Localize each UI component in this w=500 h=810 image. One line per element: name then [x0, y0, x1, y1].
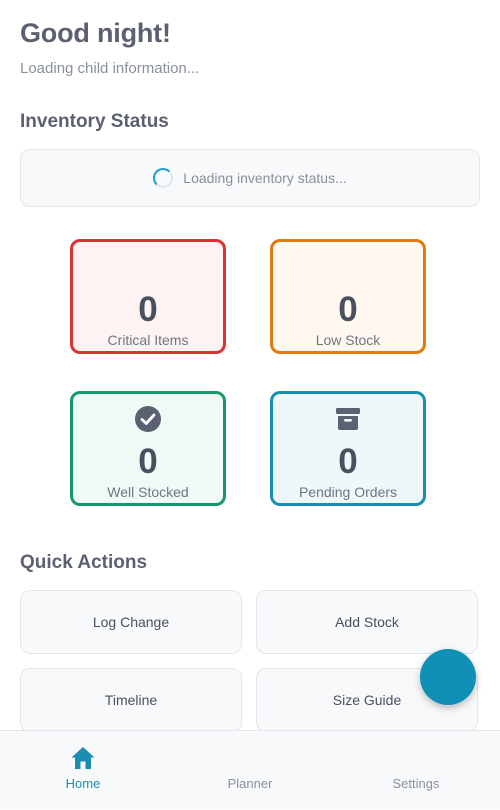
- archive-box-icon: [336, 408, 360, 430]
- inventory-loading-text: Loading inventory status...: [183, 170, 347, 186]
- check-circle-icon: [135, 406, 161, 432]
- nav-item-home[interactable]: Home: [3, 731, 163, 810]
- greeting-title: Good night!: [20, 18, 171, 48]
- add-stock-button[interactable]: Add Stock: [256, 590, 478, 654]
- inventory-section-title: Inventory Status: [20, 111, 169, 132]
- inventory-loading-box: Loading inventory status...: [20, 149, 480, 207]
- well-stocked-count: 0: [138, 442, 158, 481]
- timeline-button[interactable]: Timeline: [20, 668, 242, 732]
- critical-items-count: 0: [138, 290, 158, 329]
- nav-item-planner[interactable]: Planner: [170, 731, 330, 810]
- nav-label-home: Home: [65, 776, 101, 791]
- loading-spinner-icon: [153, 168, 174, 188]
- well-stocked-card[interactable]: 0 Well Stocked: [70, 391, 226, 506]
- low-stock-count: 0: [338, 290, 358, 329]
- child-info-subtitle: Loading child information...: [20, 60, 200, 77]
- home-icon: [71, 747, 95, 769]
- well-stocked-label: Well Stocked: [107, 484, 189, 500]
- quick-actions-section-title: Quick Actions: [20, 552, 148, 573]
- pending-orders-card[interactable]: 0 Pending Orders: [270, 391, 426, 506]
- nav-label-planner: Planner: [227, 776, 273, 791]
- pending-orders-label: Pending Orders: [298, 484, 398, 500]
- log-change-button[interactable]: Log Change: [20, 590, 242, 654]
- low-stock-label: Low Stock: [315, 332, 381, 348]
- floating-action-button[interactable]: [420, 649, 476, 705]
- bottom-navigation: Home Planner Settings: [0, 730, 500, 809]
- nav-item-settings[interactable]: Settings: [336, 731, 496, 810]
- nav-label-settings: Settings: [392, 776, 440, 791]
- critical-items-card[interactable]: 0 Critical Items: [70, 239, 226, 354]
- critical-items-label: Critical Items: [107, 332, 189, 348]
- low-stock-card[interactable]: 0 Low Stock: [270, 239, 426, 354]
- pending-orders-count: 0: [338, 442, 358, 481]
